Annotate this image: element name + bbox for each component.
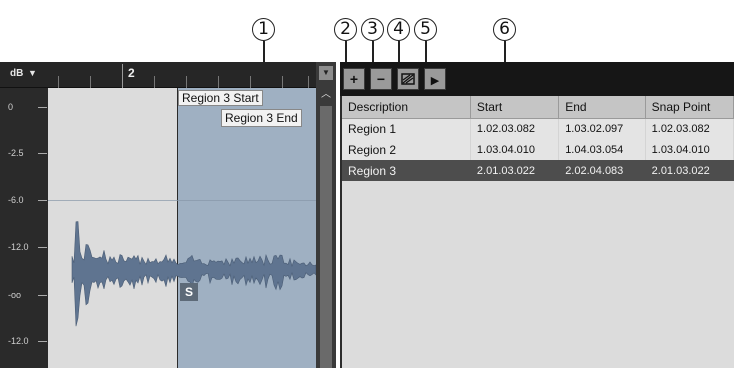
column-header-start[interactable]: Start xyxy=(470,96,560,119)
cell-snap-point[interactable]: 2.01.03.022 xyxy=(645,160,734,181)
column-header-end[interactable]: End xyxy=(558,96,646,119)
cell-end[interactable]: 1.03.02.097 xyxy=(558,118,646,139)
ruler-tick xyxy=(218,76,219,88)
ruler-tick xyxy=(250,76,251,88)
cell-snap-point[interactable]: 1.03.04.010 xyxy=(645,139,734,160)
remove-region-icon: − xyxy=(376,71,386,87)
cell-start[interactable]: 1.03.04.010 xyxy=(470,139,560,160)
select-region-icon xyxy=(401,73,415,85)
cell-snap-point[interactable]: 1.02.03.082 xyxy=(645,118,734,139)
scale-label: -12.0 xyxy=(8,242,29,252)
play-region-icon: ▶ xyxy=(430,75,440,87)
ruler-major-tick xyxy=(122,64,123,88)
vertical-scrollbar[interactable]: ▼ ︿ xyxy=(316,62,336,368)
cell-end[interactable]: 1.04.03.054 xyxy=(558,139,646,160)
region-end-flag[interactable]: Region 3 End xyxy=(221,109,302,127)
callout-5: 5 xyxy=(414,18,437,41)
region-start-flag[interactable]: Region 3 Start xyxy=(178,90,263,106)
callout-4: 4 xyxy=(387,18,410,41)
callout-2: 2 xyxy=(334,18,357,41)
select-region-button[interactable] xyxy=(397,68,419,90)
cell-end[interactable]: 2.02.04.083 xyxy=(558,160,646,181)
db-unit-label[interactable]: dB xyxy=(10,68,23,79)
db-scale: 0 -2.5 -6.0 -12.0 -oo -12.0 xyxy=(0,88,48,368)
table-header-row: Description Start End Snap Point xyxy=(342,96,734,119)
add-region-icon: + xyxy=(349,71,359,87)
scale-tick xyxy=(38,107,47,108)
cell-start[interactable]: 1.02.03.082 xyxy=(470,118,560,139)
callout-1: 1 xyxy=(252,18,275,41)
table-row[interactable]: Region 1 1.02.03.082 1.03.02.097 1.02.03… xyxy=(342,118,734,139)
ruler-bar-number: 2 xyxy=(128,66,135,80)
waveform-display[interactable] xyxy=(48,88,316,368)
table-row-selected[interactable]: Region 3 2.01.03.022 2.02.04.083 2.01.03… xyxy=(342,160,734,181)
scale-tick xyxy=(38,153,47,154)
ruler-tick xyxy=(308,76,309,88)
ruler-tick xyxy=(186,76,187,88)
waveform-panel: dB ▼ 2 0 -2.5 -6.0 -12.0 -oo -12.0 ▼ ︿ xyxy=(0,62,336,368)
remove-region-button[interactable]: − xyxy=(370,68,392,90)
play-region-button[interactable]: ▶ xyxy=(424,68,446,90)
ruler-tick xyxy=(58,76,59,88)
add-region-button[interactable]: + xyxy=(343,68,365,90)
dropdown-arrow-icon[interactable]: ▼ xyxy=(28,68,37,78)
chevron-up-icon[interactable]: ︿ xyxy=(319,88,333,102)
scale-label: -oo xyxy=(8,290,22,300)
callout-3: 3 xyxy=(361,18,384,41)
cell-description[interactable]: Region 2 xyxy=(342,139,471,160)
ruler-tick xyxy=(282,76,283,88)
snap-point-marker[interactable]: S xyxy=(180,283,198,301)
cell-start[interactable]: 2.01.03.022 xyxy=(470,160,560,181)
dropdown-arrow-icon[interactable]: ▼ xyxy=(319,66,333,80)
scale-tick xyxy=(38,295,47,296)
time-ruler[interactable]: dB ▼ 2 xyxy=(0,62,316,88)
callout-6: 6 xyxy=(493,18,516,41)
ruler-tick xyxy=(154,76,155,88)
region-table-grid: Description Start End Snap Point Region … xyxy=(342,96,734,181)
waveform-shape xyxy=(71,221,316,327)
region-table: Description Start End Snap Point Region … xyxy=(342,96,734,368)
table-row[interactable]: Region 2 1.03.04.010 1.04.03.054 1.03.04… xyxy=(342,139,734,160)
scale-label: 0 xyxy=(8,102,14,112)
scale-tick xyxy=(38,200,47,201)
waveform-graphic xyxy=(71,221,316,327)
scale-tick xyxy=(38,247,47,248)
scale-label: -6.0 xyxy=(8,195,24,205)
scroll-thumb[interactable] xyxy=(320,106,332,368)
scale-label: -12.0 xyxy=(8,336,29,346)
cell-description[interactable]: Region 3 xyxy=(342,160,471,181)
ruler-tick xyxy=(90,76,91,88)
cell-description[interactable]: Region 1 xyxy=(342,118,471,139)
region-list-panel: + − ▶ Description Start End Snap Point R… xyxy=(340,62,734,368)
scale-label: -2.5 xyxy=(8,148,24,158)
scale-tick xyxy=(38,341,47,342)
column-header-snap-point[interactable]: Snap Point xyxy=(645,96,734,119)
column-header-description[interactable]: Description xyxy=(342,96,471,119)
region-toolbar: + − ▶ xyxy=(340,62,734,96)
